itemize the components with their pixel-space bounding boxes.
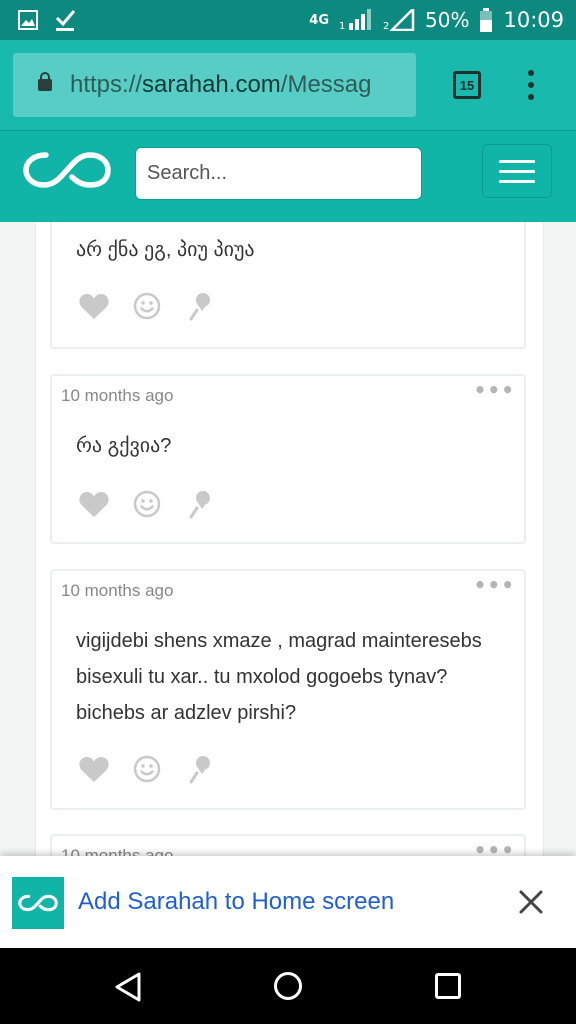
battery-icon	[480, 8, 493, 32]
svg-text:1: 1	[339, 21, 345, 31]
back-icon[interactable]	[113, 971, 143, 1003]
lock-icon	[38, 72, 52, 91]
close-icon[interactable]	[516, 887, 546, 917]
message-card: არ ქნა ეგ, პიუ პიუა	[50, 222, 526, 349]
like-button[interactable]	[78, 753, 110, 785]
messages-feed[interactable]: არ ქნა ეგ, პიუ პიუა 10 months ago ••• რა…	[0, 222, 576, 856]
heart-icon	[79, 492, 109, 517]
gallery-notification-icon	[18, 10, 38, 30]
pushpin-icon	[189, 491, 210, 519]
pin-button[interactable]	[184, 753, 216, 785]
message-actions	[78, 488, 237, 520]
svg-text:2: 2	[383, 21, 389, 31]
message-actions	[78, 290, 237, 322]
react-button[interactable]	[131, 290, 163, 322]
smiley-icon	[133, 755, 161, 783]
pin-button[interactable]	[184, 290, 216, 322]
message-text: რა გქვია?	[76, 435, 172, 457]
browser-menu-icon[interactable]	[520, 70, 542, 100]
site-header	[0, 130, 576, 222]
pushpin-icon	[189, 756, 210, 784]
pin-button[interactable]	[184, 488, 216, 520]
react-button[interactable]	[131, 488, 163, 520]
signal-sim2-icon: 2	[383, 9, 415, 31]
message-more-options-icon[interactable]: •••	[474, 378, 515, 402]
system-nav-bar	[0, 948, 576, 1024]
battery-percent: 50%	[425, 8, 470, 32]
home-icon[interactable]	[272, 970, 304, 1002]
heart-icon	[79, 294, 109, 319]
message-timestamp: 10 months ago	[61, 846, 174, 856]
status-bar: 4G 1 2 50% 10:09	[0, 0, 576, 40]
url-host: sarahah.com	[142, 71, 281, 98]
smiley-icon	[133, 490, 161, 518]
add-to-home-banner[interactable]: Add Sarahah to Home screen	[0, 856, 576, 948]
message-more-options-icon[interactable]: •••	[474, 838, 515, 856]
message-text: არ ქნა ეგ, პიუ პიუა	[76, 239, 255, 261]
message-card: 10 months ago ••• vigijdebi shens xmaze …	[50, 569, 526, 810]
recents-icon[interactable]	[434, 972, 462, 1000]
message-timestamp: 10 months ago	[61, 581, 174, 600]
message-text: vigijdebi shens xmaze , magrad mainteres…	[76, 630, 482, 724]
address-bar[interactable]: https://sarahah.com/Messag	[13, 53, 416, 117]
message-card: 10 months ago •••	[50, 834, 526, 856]
message-timestamp: 10 months ago	[61, 386, 174, 405]
url-text[interactable]: https://sarahah.com/Messag	[70, 71, 372, 99]
pushpin-icon	[189, 293, 210, 321]
network-type-label: 4G	[309, 12, 330, 28]
search-input[interactable]	[135, 147, 422, 200]
react-button[interactable]	[131, 753, 163, 785]
add-to-home-link[interactable]: Add Sarahah to Home screen	[78, 888, 394, 916]
heart-icon	[79, 757, 109, 782]
like-button[interactable]	[78, 488, 110, 520]
hamburger-menu-button[interactable]	[482, 144, 552, 198]
download-done-icon	[55, 10, 76, 31]
message-card: 10 months ago ••• რა გქვია?	[50, 374, 526, 544]
url-path: /Messag	[280, 71, 372, 98]
like-button[interactable]	[78, 290, 110, 322]
sarahah-logo-icon[interactable]	[22, 149, 112, 191]
smiley-icon	[133, 292, 161, 320]
message-more-options-icon[interactable]: •••	[474, 573, 515, 597]
clock: 10:09	[503, 8, 564, 32]
url-scheme: https://	[70, 71, 143, 98]
browser-toolbar: https://sarahah.com/Messag 15	[0, 40, 576, 130]
message-actions	[78, 753, 237, 785]
sarahah-app-icon	[12, 877, 64, 929]
tab-switcher-button[interactable]: 15	[453, 71, 481, 99]
signal-sim1-icon: 1	[339, 9, 372, 31]
